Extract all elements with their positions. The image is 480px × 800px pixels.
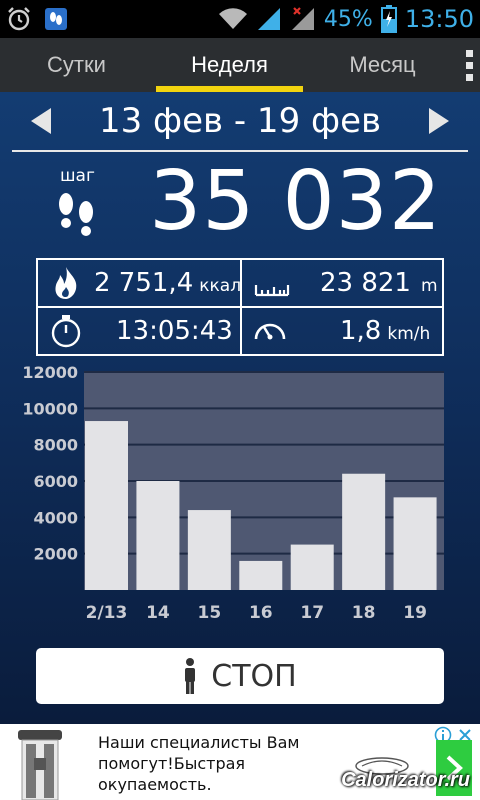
pedometer-app-icon [44,7,68,31]
person-icon [185,658,196,694]
chart-bar [342,473,386,590]
speed-unit: km/h [387,324,431,344]
chart-bar [393,497,437,590]
x-tick-label: 18 [352,603,376,623]
no-signal-icon [290,6,316,32]
date-navigator: 13 фев - 19 фев [0,92,480,150]
x-tick-label: 16 [249,603,273,623]
ad-banner[interactable]: Наши специалисты Вам помогут!Быстрая оку… [0,724,480,800]
watermark: Calorizator.ru [341,769,470,791]
calories-value: 2 751,4 [94,268,194,298]
battery-percent: 45% [323,6,373,32]
battery-charging-icon [380,5,397,33]
ad-line-1: Наши специалисты Вам [98,733,300,752]
status-bar: 45% 13:50 [0,0,480,38]
date-range-label: 13 фев - 19 фев [98,101,382,141]
tab-bar: Сутки Неделя Месяц [0,38,480,92]
y-tick-label: 2000 [33,545,78,564]
y-tick-label: 8000 [33,436,78,455]
distance-value: 23 821 [320,268,411,298]
tab-week[interactable]: Неделя [153,38,306,92]
chart-bar [136,481,180,590]
y-tick-label: 10000 [22,399,78,418]
signal-icon [256,6,282,32]
stop-button-label: СТОП [211,658,297,694]
speedometer-icon [254,323,286,340]
speed-stat: 1,8 km/h [242,308,444,354]
time-value: 13:05:43 [116,316,233,346]
arrow-left-icon [31,108,51,134]
arrow-right-icon [428,108,449,134]
main-content: 13 фев - 19 фев шаг 35 032 2 751,4 ккал … [0,92,480,724]
steps-chart: 12000 10000 8000 6000 4000 2000 2/13 14 15 16 17 18… [0,362,480,632]
x-tick-label: 2/13 [86,603,128,623]
tab-month[interactable]: Месяц [306,38,459,92]
ad-product-image [0,724,80,800]
steps-summary: шаг 35 032 [0,154,480,254]
chart-bar [239,560,283,590]
footprints-icon [52,190,102,244]
next-week-button[interactable] [426,107,452,135]
calories-unit: ккал [199,276,242,296]
chart-bar [290,544,334,590]
overflow-menu-icon[interactable] [459,38,480,92]
x-tick-label: 14 [146,603,170,623]
steps-label: шаг [60,166,95,186]
flame-icon [55,267,77,299]
y-tick-label: 6000 [33,472,78,491]
y-tick-label: 12000 [22,363,78,382]
steps-bar-chart: 12000 10000 8000 6000 4000 2000 2/13 14 15 16 17 18… [22,363,444,623]
previous-week-button[interactable] [28,107,54,135]
x-tick-label: 15 [198,603,222,623]
ad-line-3: окупаемость. [98,775,212,794]
ruler-icon [254,285,290,297]
status-time: 13:50 [404,5,474,33]
time-stat: 13:05:43 [38,308,240,354]
wifi-icon [218,7,248,31]
tab-day[interactable]: Сутки [0,38,153,92]
stopwatch-icon [51,315,81,348]
x-tick-label: 17 [300,603,324,623]
steps-count: 35 032 [149,154,442,249]
distance-stat: 23 821 m [242,260,444,306]
calories-stat: 2 751,4 ккал [38,260,242,306]
ad-text: Наши специалисты Вам помогут!Быстрая оку… [98,732,328,795]
y-tick-label: 4000 [33,508,78,527]
distance-unit: m [420,276,438,296]
chart-bar [187,510,231,590]
stats-grid: 2 751,4 ккал 23 821 m 13:05:43 1,8 km/h [36,258,444,356]
ad-line-2: помогут!Быстрая [98,754,246,773]
x-tick-label: 19 [403,603,427,623]
chart-bar [85,421,128,590]
alarm-icon [6,6,32,32]
stop-button[interactable]: СТОП [36,648,444,704]
speed-value: 1,8 [340,316,382,346]
divider [12,150,468,152]
